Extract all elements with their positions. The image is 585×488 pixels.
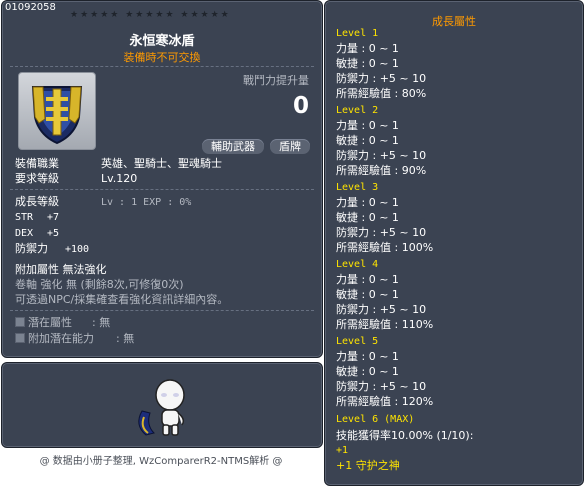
add-potential-row: 附加潛在能力 [15,332,94,345]
growth-level-line: 防禦力 : +5 ~ 10 [336,72,427,85]
max-level-title: Level 6 (MAX) [336,414,415,425]
growth-level-line: 力量 : 0 ~ 1 [336,350,399,363]
growth-level-value: Lv : 1 EXP : 0% [101,197,192,208]
stat-dex-value: +5 [47,228,60,239]
growth-level-line: 敏捷 : 0 ~ 1 [336,134,399,147]
job-label: 裝備職業 [15,157,59,170]
growth-level-line: 所需經驗值 : 90% [336,164,427,177]
growth-level-label: 成長等級 [15,195,59,208]
tag-shield: 盾牌 [270,139,310,154]
job-value: 英雄、聖騎士、聖魂騎士 [101,157,222,170]
potential-value: : 無 [92,316,111,329]
growth-level-line: 力量 : 0 ~ 1 [336,273,399,286]
stat-dex-label: DEX [15,228,34,239]
growth-level-line: 防禦力 : +5 ~ 10 [336,380,427,393]
growth-level-line: 敏捷 : 0 ~ 1 [336,57,399,70]
star-rating: ★★★★★ ★★★★★ ★★★★★ [70,10,231,20]
growth-level-title: Level 5 [336,336,379,347]
max-level-skill: 技能獲得率10.00% (1/10): [336,429,474,442]
tag-secondary-weapon: 輔助武器 [202,139,264,154]
add-potential-value: : 無 [116,332,135,345]
growth-level-line: 防禦力 : +5 ~ 10 [336,226,427,239]
stat-def-label: 防禦力 [15,242,48,255]
growth-level-line: 力量 : 0 ~ 1 [336,42,399,55]
stat-def-value: +100 [65,244,90,255]
growth-level-title: Level 4 [336,259,379,270]
growth-level-line: 敏捷 : 0 ~ 1 [336,365,399,378]
growth-level-line: 所需經驗值 : 80% [336,87,427,100]
growth-level-line: 敏捷 : 0 ~ 1 [336,211,399,224]
trade-note: 装備時不可交換 [123,51,201,64]
potential-label: 潛在屬性 [28,316,72,329]
max-level-bonus: +1 守护之神 [336,459,400,472]
growth-level-line: 力量 : 0 ~ 1 [336,196,399,209]
shield-icon [31,86,83,145]
growth-level-line: 所需經驗值 : 120% [336,395,434,408]
item-id: 01092058 [5,2,56,13]
growth-level-title: Level 3 [336,182,379,193]
req-level-label: 要求等級 [15,172,59,185]
item-tooltip-panel: 01092058 ★★★★★ ★★★★★ ★★★★★ 永恒寒冰盾 装備時不可交換… [1,0,323,358]
stat-str-label: STR [15,212,34,223]
power-value: 0 [292,93,309,119]
footer-credit: @ 数据由小册子整理, WzComparerR2-NTMS解析 @ [39,456,283,467]
add-potential-label: 附加潛在能力 [28,332,94,345]
potential-row: 潛在屬性 [15,316,72,329]
power-label: 戰鬥力提升量 [243,74,309,87]
stat-str-value: +7 [47,212,60,223]
potential-square-icon [15,317,25,327]
req-level-value: Lv.120 [101,172,138,185]
growth-level-title: Level 1 [336,28,379,39]
growth-level-line: 力量 : 0 ~ 1 [336,119,399,132]
growth-level-line: 所需經驗值 : 100% [336,241,434,254]
extra-attr: 附加屬性 無法強化 [15,263,107,276]
growth-attributes-panel: 成長屬性 Level 1 力量 : 0 ~ 1 敏捷 : 0 ~ 1 防禦力 : +5… [324,0,584,486]
npc-note: 可透過NPC/採集確查看強化資訊詳細內容。 [15,293,229,306]
scroll-info: 卷軸 強化 無 (剩餘8次,可修復0次) [15,278,184,291]
growth-level-line: 敏捷 : 0 ~ 1 [336,288,399,301]
growth-level-line: 防禦力 : +5 ~ 10 [336,149,427,162]
character-avatar [138,379,185,436]
growth-title: 成長屬性 [432,15,476,28]
growth-level-title: Level 2 [336,105,379,116]
growth-level-line: 防禦力 : +5 ~ 10 [336,303,427,316]
max-level-plus: +1 [336,445,349,456]
item-icon-frame[interactable] [18,72,96,150]
item-name: 永恒寒冰盾 [129,34,195,49]
growth-level-line: 所需經驗值 : 110% [336,318,434,331]
add-potential-square-icon [15,333,25,343]
avatar-preview-panel [1,362,323,448]
